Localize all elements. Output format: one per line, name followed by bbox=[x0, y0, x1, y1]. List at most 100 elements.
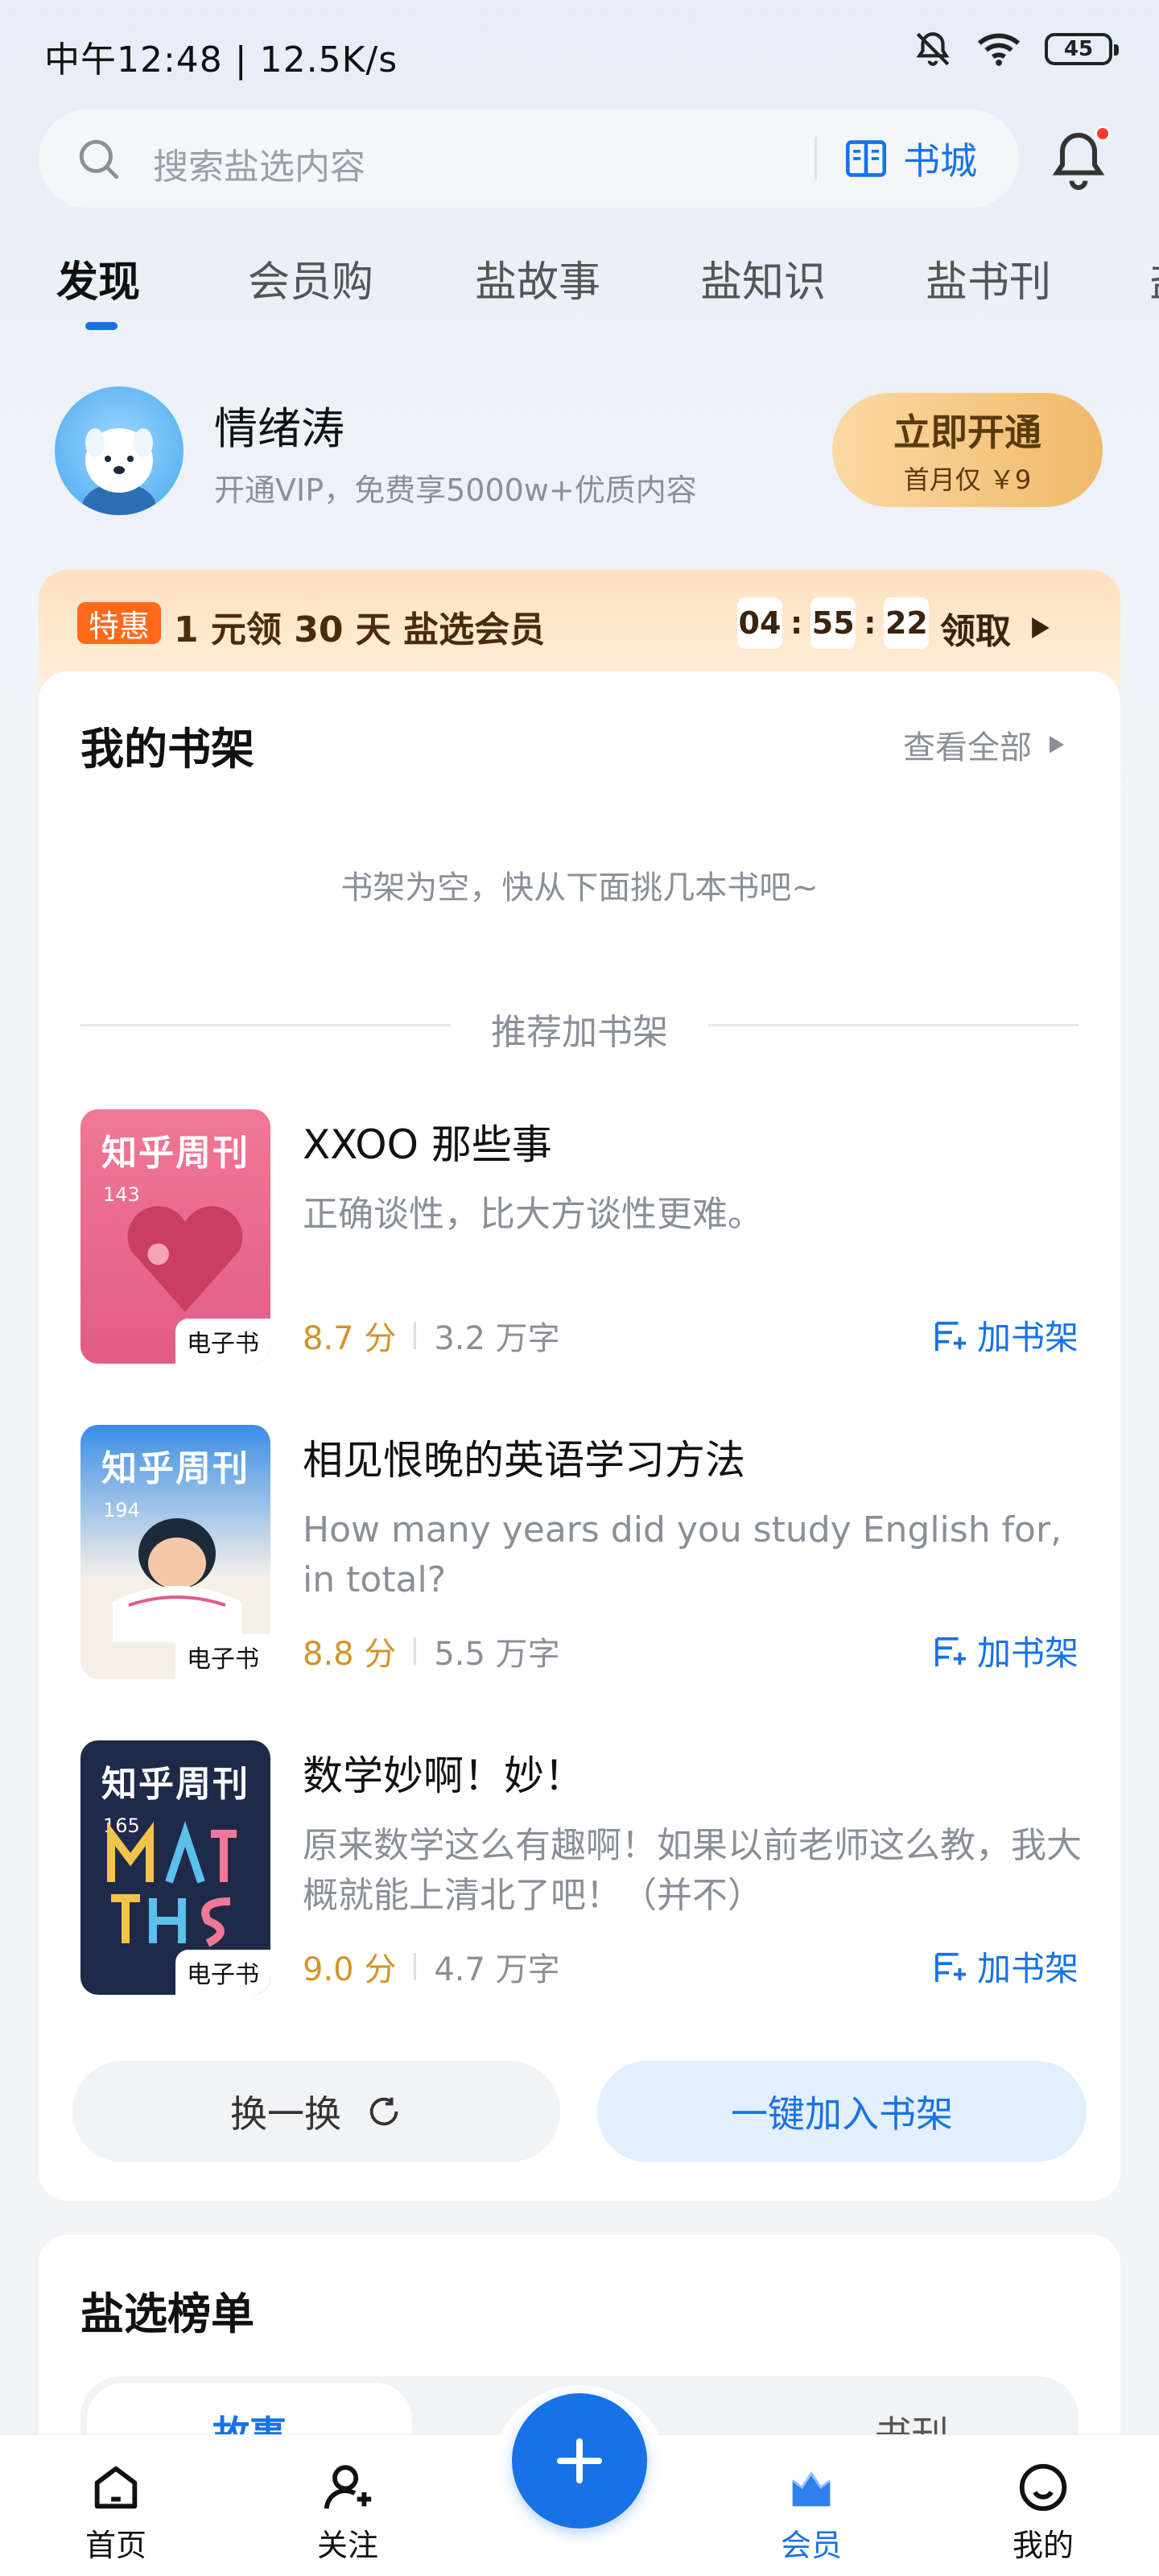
add-to-shelf-button[interactable]: 加书架 bbox=[932, 1311, 1079, 1360]
countdown-hours: 04 bbox=[737, 597, 782, 649]
add-shelf-label: 加书架 bbox=[976, 1949, 1079, 1988]
shelf-action-row: 换一换 一键加入书架 bbox=[72, 2061, 1087, 2162]
book-icon bbox=[846, 140, 886, 177]
nav-vip-label: 会员 bbox=[780, 2528, 842, 2563]
cover-title: 知乎周刊 bbox=[101, 1448, 250, 1489]
nav-home[interactable]: 首页 bbox=[52, 2459, 180, 2565]
book-meta: 9.0 分 4.7 万字 bbox=[303, 1943, 560, 1990]
create-button[interactable] bbox=[512, 2393, 647, 2529]
vip-open-button[interactable]: 立即开通 首月仅 ￥9 bbox=[832, 393, 1103, 507]
profile-subtitle: 开通VIP，免费享5000w+优质内容 bbox=[214, 473, 697, 508]
book-word-count: 5.5 万字 bbox=[434, 1636, 560, 1673]
reader-illustration-icon bbox=[113, 1518, 241, 1642]
add-shelf-icon bbox=[934, 1637, 967, 1666]
book-item[interactable]: 知乎周刊 143 电子书 XXOO 那些事 正确谈性，比大方谈性更难。 8.7 … bbox=[80, 1109, 1079, 1367]
bookstore-button[interactable]: 书城 bbox=[843, 130, 977, 187]
book-description: How many years did you study English for… bbox=[303, 1509, 1062, 1600]
shuffle-button[interactable]: 换一换 bbox=[72, 2061, 560, 2162]
mute-icon bbox=[916, 32, 950, 66]
add-to-shelf-button[interactable]: 加书架 bbox=[932, 1626, 1079, 1675]
promo-claim-button[interactable]: 领取 bbox=[940, 602, 1050, 654]
promo-text: 1 元领 30 天 盐选会员 bbox=[174, 609, 546, 650]
tab-more[interactable]: 盐 bbox=[1149, 248, 1159, 308]
play-arrow-icon bbox=[1050, 736, 1064, 753]
top-tabs: 发现 会员购 盐故事 盐知识 盐书刊 盐 bbox=[0, 242, 1159, 338]
recommend-divider: 推荐加书架 bbox=[80, 1000, 1079, 1053]
shelf-title: 我的书架 bbox=[80, 724, 254, 774]
avatar-mascot-icon bbox=[82, 428, 156, 515]
book-item[interactable]: 知乎周刊 165 电子书 数学妙啊！妙！ 原来数学这么有趣啊！如果以前老师这么教… bbox=[80, 1740, 1082, 1998]
book-score: 8.8 分 bbox=[303, 1636, 397, 1673]
nav-follow-label: 关注 bbox=[316, 2528, 378, 2563]
book-item[interactable]: 知乎周刊 194 电子书 相见恨晚的英语学习方法 How many years … bbox=[80, 1425, 1079, 1682]
bookshelf-card: 我的书架 查看全部 书架为空，快从下面挑几本书吧~ 推荐加书架 知乎周刊 143… bbox=[39, 671, 1120, 2201]
promo-claim-label: 领取 bbox=[940, 611, 1011, 652]
tab-indicator bbox=[85, 322, 118, 330]
heart-illustration-icon bbox=[127, 1206, 243, 1312]
cover-tag: 电子书 bbox=[175, 1319, 270, 1364]
book-score: 8.7 分 bbox=[303, 1320, 397, 1357]
tab-stories[interactable]: 盐故事 bbox=[475, 248, 600, 308]
cover-tag: 电子书 bbox=[175, 1950, 270, 1995]
add-to-shelf-button[interactable]: 加书架 bbox=[932, 1942, 1079, 1991]
vip-price-label: 首月仅 ￥9 bbox=[903, 464, 1032, 495]
book-title: 数学妙啊！妙！ bbox=[303, 1752, 584, 1799]
add-all-to-shelf-button[interactable]: 一键加入书架 bbox=[597, 2061, 1087, 2162]
add-shelf-label: 加书架 bbox=[976, 1318, 1079, 1357]
promo-badge: 特惠 bbox=[77, 602, 162, 644]
tab-periodicals[interactable]: 盐书刊 bbox=[926, 248, 1051, 308]
math-illustration-icon bbox=[107, 1821, 237, 1947]
nav-home-label: 首页 bbox=[85, 2528, 146, 2563]
tab-knowledge[interactable]: 盐知识 bbox=[700, 248, 826, 308]
book-score: 9.0 分 bbox=[303, 1951, 397, 1988]
bottom-navigation: 首页 关注 会员 我的 bbox=[0, 2385, 1159, 2576]
book-cover[interactable]: 知乎周刊 165 电子书 bbox=[80, 1740, 270, 1995]
add-shelf-label: 加书架 bbox=[976, 1633, 1079, 1673]
notification-dot bbox=[1095, 126, 1111, 142]
add-shelf-icon bbox=[934, 1952, 967, 1982]
book-title: XXOO 那些事 bbox=[303, 1121, 552, 1168]
book-cover[interactable]: 知乎周刊 194 电子书 bbox=[80, 1425, 270, 1679]
play-arrow-icon bbox=[1032, 617, 1050, 638]
search-divider bbox=[815, 137, 817, 180]
smile-icon bbox=[1019, 2463, 1067, 2512]
vip-icon bbox=[791, 2471, 831, 2507]
user-plus-icon bbox=[324, 2465, 372, 2509]
countdown-minutes: 55 bbox=[810, 597, 856, 649]
rankings-title: 盐选榜单 bbox=[80, 2289, 254, 2339]
cover-tag: 电子书 bbox=[175, 1634, 270, 1679]
countdown-timer: 04 : 55 : 22 bbox=[737, 597, 930, 649]
cover-title: 知乎周刊 bbox=[101, 1764, 250, 1805]
tab-discover[interactable]: 发现 bbox=[56, 248, 140, 308]
add-shelf-icon bbox=[934, 1321, 967, 1351]
book-word-count: 4.7 万字 bbox=[434, 1951, 560, 1988]
book-cover[interactable]: 知乎周刊 143 电子书 bbox=[80, 1109, 270, 1364]
book-meta: 8.7 分 3.2 万字 bbox=[303, 1312, 560, 1359]
nav-follow[interactable]: 关注 bbox=[283, 2459, 412, 2565]
status-bar: 中午12:48 | 12.5K/s 45 bbox=[0, 0, 1159, 105]
battery-icon: 45 bbox=[1045, 33, 1119, 65]
nav-vip[interactable]: 会员 bbox=[747, 2459, 876, 2565]
nav-mine-label: 我的 bbox=[1012, 2528, 1074, 2563]
book-description: 正确谈性，比大方谈性更难。 bbox=[303, 1194, 763, 1235]
book-meta: 8.8 分 5.5 万字 bbox=[303, 1628, 560, 1674]
view-all-link[interactable]: 查看全部 bbox=[903, 721, 1064, 768]
cover-title: 知乎周刊 bbox=[101, 1133, 250, 1174]
plus-icon bbox=[557, 2438, 602, 2483]
wifi-icon bbox=[977, 33, 1021, 66]
status-time-speed: 中午12:48 | 12.5K/s bbox=[44, 39, 398, 80]
book-description: 原来数学这么有趣啊！如果以前老师这么教，我大概就能上清北了吧！（并不） bbox=[303, 1825, 1082, 1916]
book-title: 相见恨晚的英语学习方法 bbox=[303, 1437, 745, 1484]
notification-button[interactable] bbox=[1046, 122, 1119, 195]
avatar[interactable] bbox=[55, 386, 184, 515]
book-word-count: 3.2 万字 bbox=[434, 1320, 560, 1357]
search-bar[interactable]: 搜索盐选内容 书城 bbox=[39, 109, 1019, 208]
tab-member-shop[interactable]: 会员购 bbox=[248, 248, 373, 308]
nav-mine[interactable]: 我的 bbox=[979, 2459, 1107, 2565]
view-all-label: 查看全部 bbox=[903, 729, 1032, 766]
search-input[interactable]: 搜索盐选内容 bbox=[153, 138, 365, 189]
bookstore-label: 书城 bbox=[903, 139, 977, 183]
status-icons: 45 bbox=[913, 29, 1119, 69]
refresh-icon bbox=[369, 2097, 398, 2126]
shelf-empty-message: 书架为空，快从下面挑几本书吧~ bbox=[340, 869, 819, 906]
